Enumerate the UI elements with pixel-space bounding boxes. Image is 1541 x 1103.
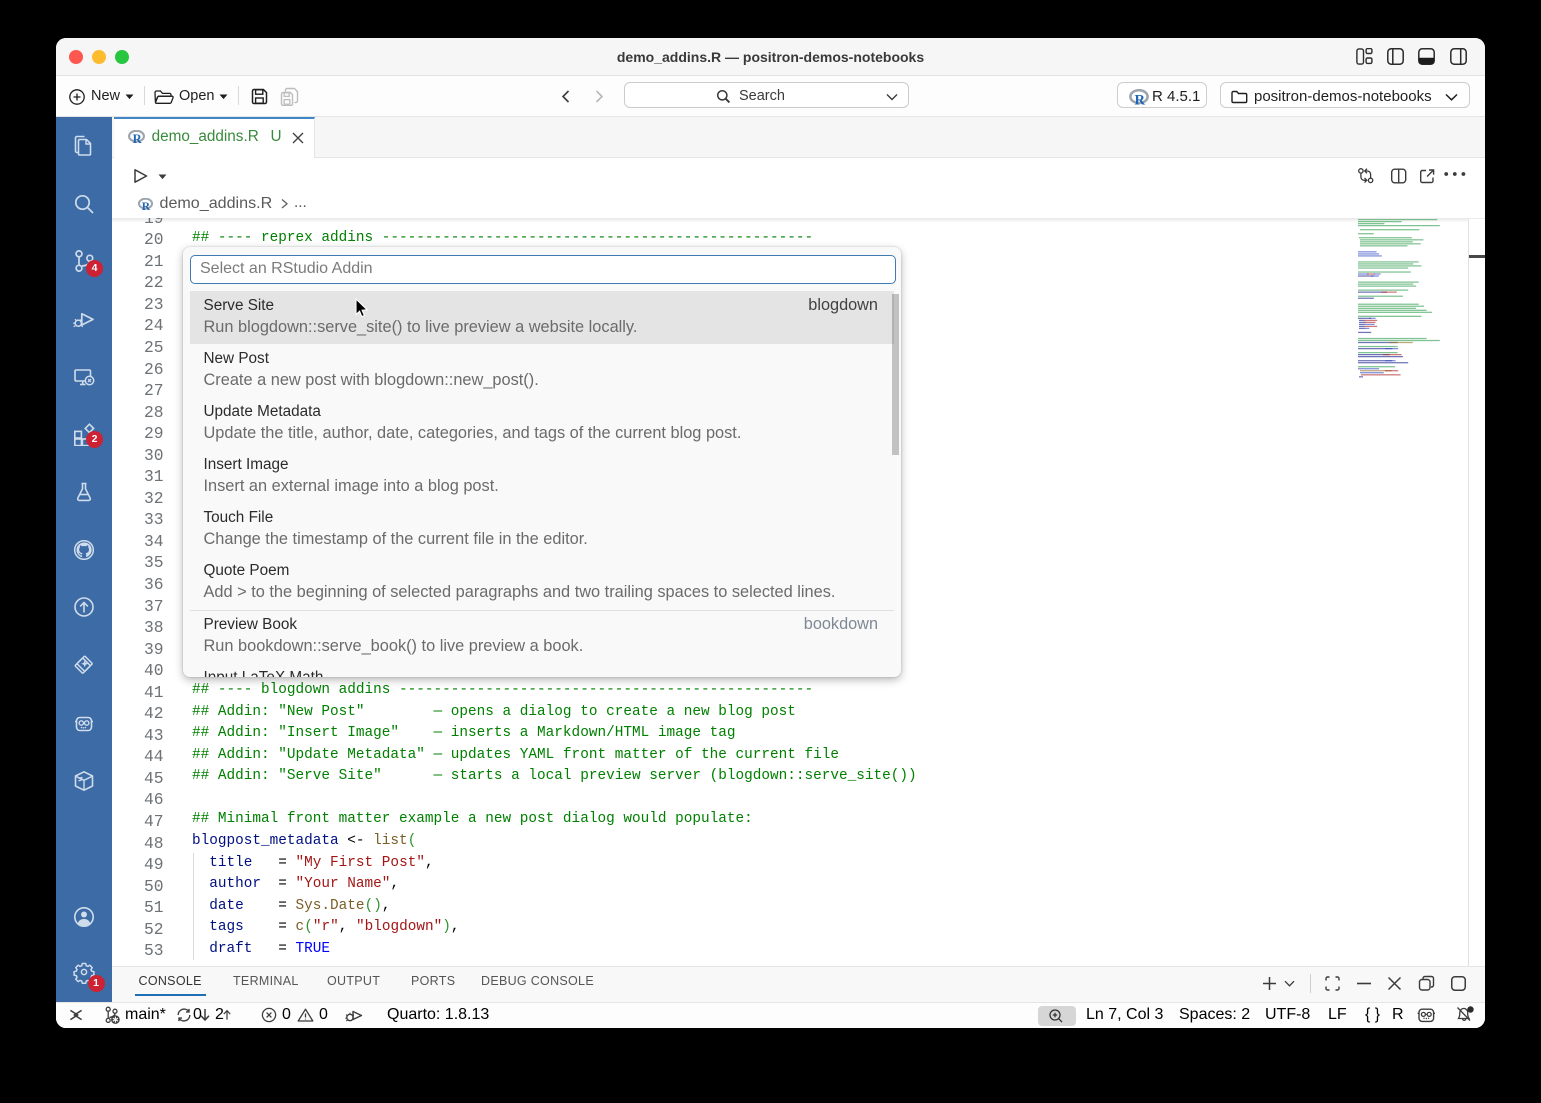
svg-text:R: R — [142, 201, 151, 211]
svg-text:R: R — [1135, 93, 1146, 107]
svg-text:R: R — [133, 132, 143, 144]
